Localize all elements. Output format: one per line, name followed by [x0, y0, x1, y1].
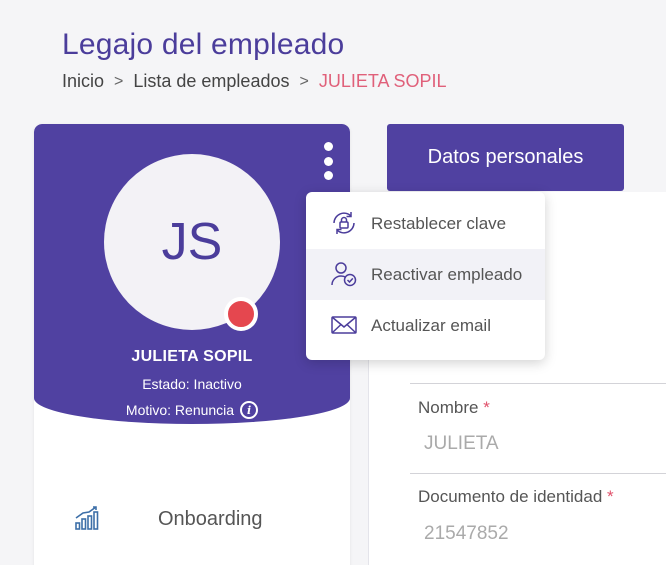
breadcrumb-home[interactable]: Inicio — [62, 71, 104, 92]
profile-card: JS JULIETA SOPIL Estado: Inactivo Motivo… — [34, 124, 350, 565]
document-field: Documento de identidad * 21547852 — [410, 474, 666, 565]
breadcrumb-separator: > — [114, 72, 124, 90]
menu-item-reactivate-employee-label: Reactivar empleado — [371, 264, 523, 284]
info-icon[interactable]: i — [240, 401, 259, 419]
employee-name: JULIETA SOPIL — [131, 348, 253, 365]
employee-reason: Motivo: Renuncia i — [34, 401, 350, 419]
envelope-icon — [330, 311, 358, 339]
more-options-icon[interactable] — [321, 142, 335, 180]
name-field-label: Nombre * — [418, 398, 490, 417]
menu-item-reset-password[interactable]: Restablecer clave — [306, 198, 545, 249]
tab-personal-data[interactable]: Datos personales — [387, 124, 624, 191]
menu-item-update-email-label: Actualizar email — [371, 315, 491, 335]
name-field: Nombre * JULIETA — [410, 384, 666, 474]
breadcrumb-current: JULIETA SOPIL — [318, 71, 447, 91]
employee-reason-text: Motivo: Renuncia — [125, 402, 235, 418]
profile-header: JS JULIETA SOPIL Estado: Inactivo Motivo… — [34, 124, 350, 424]
breadcrumb-separator: > — [299, 72, 309, 90]
menu-item-reactivate-employee[interactable]: Reactivar empleado — [306, 249, 545, 300]
breadcrumb-employee-list[interactable]: Lista de empleados — [133, 71, 289, 92]
bar-chart-icon — [74, 504, 102, 537]
side-menu-onboarding[interactable]: Onboarding — [34, 496, 350, 544]
menu-item-update-email[interactable]: Actualizar email — [306, 300, 545, 351]
employee-state: Estado: Inactivo — [142, 376, 242, 392]
menu-item-reset-password-label: Restablecer clave — [371, 213, 507, 233]
side-menu-onboarding-label: Onboarding — [158, 508, 263, 530]
document-input[interactable]: 21547852 — [424, 523, 509, 545]
status-indicator — [224, 297, 258, 331]
breadcrumb: Inicio > Lista de empleados > JULIETA SO… — [62, 71, 447, 92]
page-title: Legajo del empleado — [62, 28, 345, 61]
document-field-label: Documento de identidad * — [418, 487, 614, 506]
reset-lock-icon — [330, 209, 358, 237]
user-check-icon — [330, 260, 358, 288]
name-input[interactable]: JULIETA — [424, 433, 499, 455]
actions-dropdown: Restablecer clave Reactivar empleado Act… — [306, 192, 545, 360]
